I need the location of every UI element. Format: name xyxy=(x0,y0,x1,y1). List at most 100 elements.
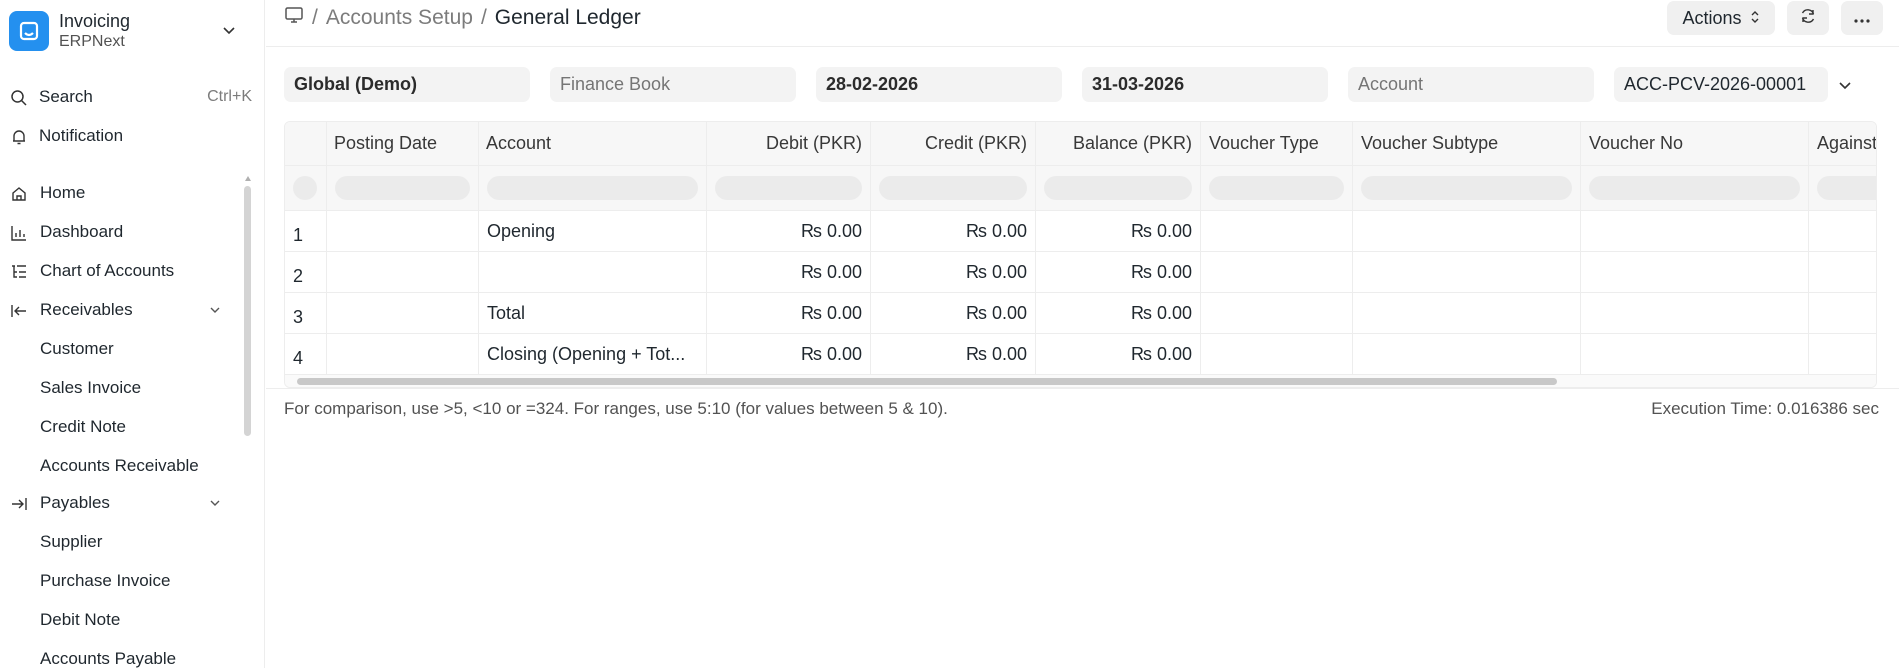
company-filter[interactable]: Global (Demo) xyxy=(284,67,530,102)
sidebar-item-supplier[interactable]: Supplier xyxy=(0,525,252,559)
cell-credit[interactable]: ₨ 0.00 xyxy=(871,334,1036,374)
cell-voucher-no[interactable] xyxy=(1581,252,1809,292)
cell-debit[interactable]: ₨ 0.00 xyxy=(707,211,871,251)
cell-voucher-type[interactable] xyxy=(1201,252,1353,292)
cell-voucher-subtype[interactable] xyxy=(1353,211,1581,251)
column-filter-input[interactable] xyxy=(1209,176,1344,200)
column-header[interactable]: Account xyxy=(479,122,707,165)
cell-voucher-no[interactable] xyxy=(1581,334,1809,374)
sidebar-item-home[interactable]: Home xyxy=(0,176,252,210)
cell-debit[interactable]: ₨ 0.00 xyxy=(707,293,871,333)
cell-balance[interactable]: ₨ 0.00 xyxy=(1036,211,1201,251)
column-header[interactable]: Against xyxy=(1809,122,1876,165)
cell-balance[interactable]: ₨ 0.00 xyxy=(1036,252,1201,292)
cell-against[interactable] xyxy=(1809,211,1876,251)
filter-cell xyxy=(1353,166,1581,210)
cell-voucher-subtype[interactable] xyxy=(1353,252,1581,292)
cell-voucher-subtype[interactable] xyxy=(1353,293,1581,333)
select-all-checkbox[interactable] xyxy=(293,176,317,200)
scrollbar-thumb[interactable] xyxy=(244,186,251,436)
sidebar-item-label: Sales Invoice xyxy=(40,378,142,397)
cell-account[interactable] xyxy=(479,252,707,292)
column-filter-input[interactable] xyxy=(1361,176,1572,200)
cell-debit[interactable]: ₨ 0.00 xyxy=(707,334,871,374)
scrollbar-thumb[interactable] xyxy=(297,378,1557,385)
to-date-field[interactable]: 31-03-2026 xyxy=(1082,67,1328,102)
table-header-row: Posting Date Account Debit (PKR) Credit … xyxy=(285,122,1876,166)
sidebar-item-accounts-receivable[interactable]: Accounts Receivable xyxy=(0,449,252,483)
sidebar-item-debit-note[interactable]: Debit Note xyxy=(0,603,252,637)
cell-credit[interactable]: ₨ 0.00 xyxy=(871,293,1036,333)
cell-balance[interactable]: ₨ 0.00 xyxy=(1036,334,1201,374)
app-switcher[interactable]: Invoicing ERPNext xyxy=(9,8,249,54)
column-filter-input[interactable] xyxy=(335,176,470,200)
column-header[interactable]: Debit (PKR) xyxy=(707,122,871,165)
column-header[interactable]: Voucher Type xyxy=(1201,122,1353,165)
cell-posting-date[interactable] xyxy=(327,293,479,333)
column-header[interactable]: Posting Date xyxy=(327,122,479,165)
cell-voucher-type[interactable] xyxy=(1201,334,1353,374)
finance-book-field[interactable] xyxy=(550,67,796,102)
column-header[interactable]: Voucher No xyxy=(1581,122,1809,165)
column-header[interactable]: Credit (PKR) xyxy=(871,122,1036,165)
row-number: 2 xyxy=(285,252,327,292)
refresh-button[interactable] xyxy=(1787,1,1829,35)
sidebar-item-sales-invoice[interactable]: Sales Invoice xyxy=(0,371,252,405)
actions-button[interactable]: Actions xyxy=(1667,1,1775,35)
voucher-no-field[interactable]: ACC-PCV-2026-00001 xyxy=(1614,67,1828,102)
table-horizontal-scrollbar[interactable] xyxy=(285,375,1876,387)
cell-voucher-no[interactable] xyxy=(1581,293,1809,333)
scroll-up-arrow-icon[interactable] xyxy=(245,176,251,181)
column-filter-input[interactable] xyxy=(1817,176,1876,200)
cell-against[interactable] xyxy=(1809,252,1876,292)
cell-account[interactable]: Total xyxy=(479,293,707,333)
desktop-icon[interactable] xyxy=(284,5,304,31)
chevron-down-icon[interactable] xyxy=(1836,76,1854,99)
sidebar-item-credit-note[interactable]: Credit Note xyxy=(0,410,252,444)
column-header[interactable]: Balance (PKR) xyxy=(1036,122,1201,165)
cell-voucher-no[interactable] xyxy=(1581,211,1809,251)
sidebar-item-receivables[interactable]: Receivables xyxy=(0,293,252,327)
sidebar-item-customer[interactable]: Customer xyxy=(0,332,252,366)
column-filter-input[interactable] xyxy=(715,176,862,200)
sidebar-search[interactable]: Search Ctrl+K xyxy=(0,80,252,114)
cell-posting-date[interactable] xyxy=(327,211,479,251)
column-filter-input[interactable] xyxy=(487,176,698,200)
column-filter-input[interactable] xyxy=(1044,176,1192,200)
cell-posting-date[interactable] xyxy=(327,334,479,374)
sidebar-item-accounts-payable[interactable]: Accounts Payable xyxy=(0,642,252,668)
sidebar-item-payables[interactable]: Payables xyxy=(0,486,252,520)
cell-balance[interactable]: ₨ 0.00 xyxy=(1036,293,1201,333)
sidebar-scrollbar[interactable] xyxy=(244,176,252,668)
cell-voucher-type[interactable] xyxy=(1201,293,1353,333)
sidebar-item-chart-of-accounts[interactable]: Chart of Accounts xyxy=(0,254,252,288)
chevron-down-icon[interactable] xyxy=(208,495,222,515)
from-date-field[interactable]: 28-02-2026 xyxy=(816,67,1062,102)
cell-against[interactable] xyxy=(1809,334,1876,374)
cell-posting-date[interactable] xyxy=(327,252,479,292)
sidebar-notification[interactable]: Notification xyxy=(0,119,252,153)
more-options-button[interactable] xyxy=(1841,1,1883,35)
account-field[interactable] xyxy=(1348,67,1594,102)
cell-voucher-type[interactable] xyxy=(1201,211,1353,251)
cell-debit[interactable]: ₨ 0.00 xyxy=(707,252,871,292)
cell-account[interactable]: Opening xyxy=(479,211,707,251)
chevron-down-icon[interactable] xyxy=(221,22,237,43)
table-row[interactable]: 3 Total ₨ 0.00 ₨ 0.00 ₨ 0.00 xyxy=(285,293,1876,334)
breadcrumb-accounts-setup[interactable]: Accounts Setup xyxy=(326,6,473,30)
cell-against[interactable] xyxy=(1809,293,1876,333)
table-row[interactable]: 2 ₨ 0.00 ₨ 0.00 ₨ 0.00 xyxy=(285,252,1876,293)
cell-credit[interactable]: ₨ 0.00 xyxy=(871,211,1036,251)
cell-voucher-subtype[interactable] xyxy=(1353,334,1581,374)
chevron-down-icon[interactable] xyxy=(208,302,222,322)
sidebar-item-purchase-invoice[interactable]: Purchase Invoice xyxy=(0,564,252,598)
column-header[interactable]: Voucher Subtype xyxy=(1353,122,1581,165)
column-filter-input[interactable] xyxy=(1589,176,1800,200)
cell-credit[interactable]: ₨ 0.00 xyxy=(871,252,1036,292)
column-filter-input[interactable] xyxy=(879,176,1027,200)
table-row[interactable]: 1 Opening ₨ 0.00 ₨ 0.00 ₨ 0.00 xyxy=(285,211,1876,252)
cell-account[interactable]: Closing (Opening + Tot... xyxy=(479,334,707,374)
table-row[interactable]: 4 Closing (Opening + Tot... ₨ 0.00 ₨ 0.0… xyxy=(285,334,1876,375)
sidebar-item-label: Supplier xyxy=(40,532,103,551)
sidebar-item-dashboard[interactable]: Dashboard xyxy=(0,215,252,249)
